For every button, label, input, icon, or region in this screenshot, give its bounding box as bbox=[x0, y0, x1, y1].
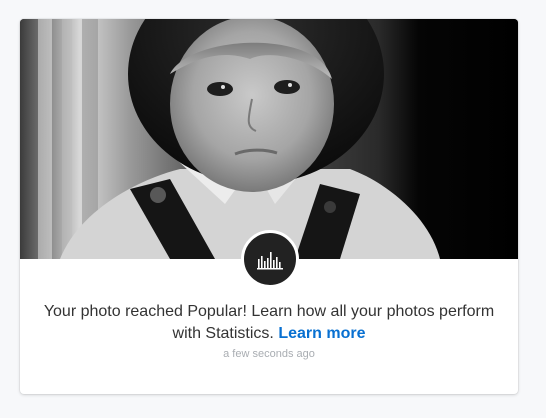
statistics-bars-icon bbox=[257, 252, 283, 270]
photo-image bbox=[20, 19, 518, 259]
statistics-badge bbox=[241, 230, 299, 288]
message-line2: with Statistics. bbox=[172, 325, 274, 342]
popular-photo[interactable] bbox=[20, 19, 518, 259]
learn-more-link[interactable]: Learn more bbox=[278, 325, 365, 342]
notification-timestamp: a few seconds ago bbox=[223, 348, 315, 360]
notification-message: Your photo reached Popular! Learn how al… bbox=[20, 301, 518, 345]
notification-card[interactable]: Your photo reached Popular! Learn how al… bbox=[20, 19, 518, 394]
message-line1: Your photo reached Popular! Learn how al… bbox=[43, 303, 495, 320]
